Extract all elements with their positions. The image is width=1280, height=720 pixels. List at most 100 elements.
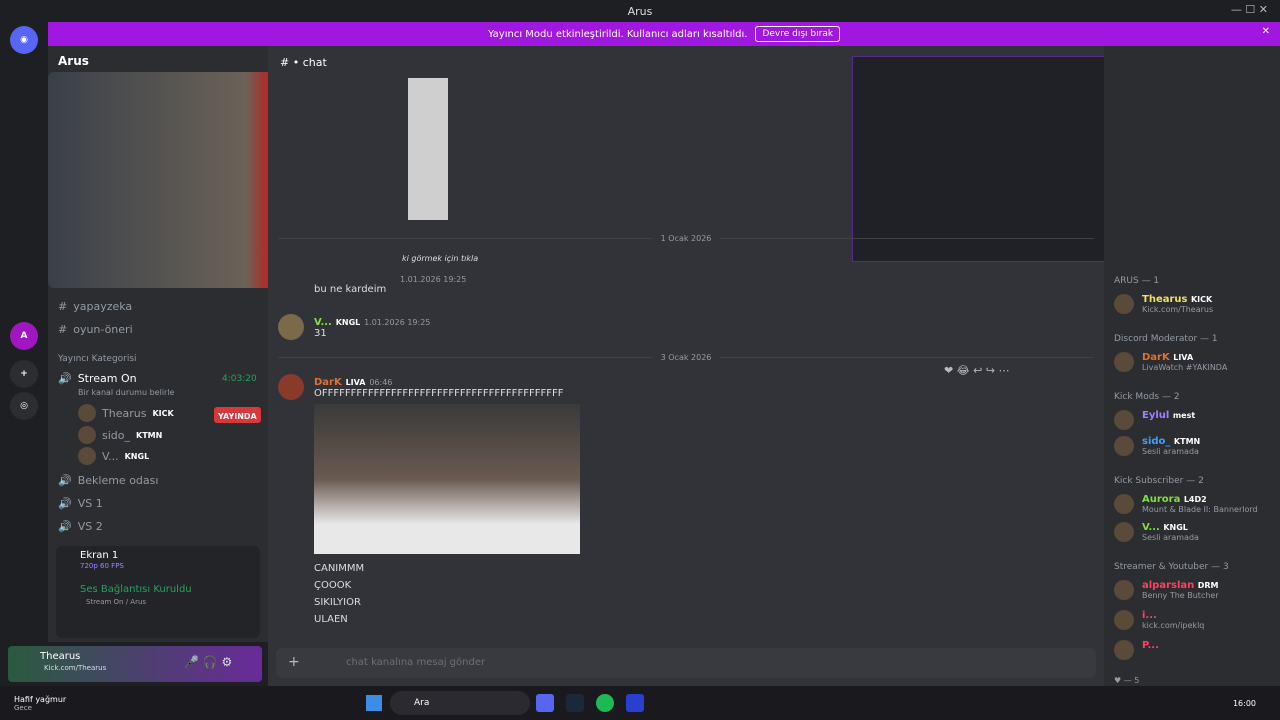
member[interactable]: P... [1114, 640, 1159, 660]
voice-channel[interactable]: 🔊 VS 1 [58, 497, 103, 510]
channel-oyun-oneri[interactable]: # oyun-öneri [58, 323, 133, 336]
member[interactable]: DarK LIVA LivaWatch #YAKINDA [1114, 352, 1227, 372]
gif-attachment[interactable] [314, 404, 580, 554]
window-controls[interactable]: — ☐ ✕ [1231, 3, 1268, 16]
user-name: Thearus [102, 406, 147, 420]
member-tag: L4D2 [1183, 495, 1207, 504]
taskbar: Hafif yağmur Gece Ara 16:00 [0, 686, 1280, 720]
mic-headset-settings-icons[interactable]: 🎤 🎧 ⚙ [184, 655, 232, 669]
weather-widget[interactable]: Hafif yağmur Gece [14, 695, 124, 712]
discord-icon[interactable] [536, 694, 554, 712]
member-name: DarK [1142, 352, 1170, 363]
explore-icon[interactable]: ◎ [10, 392, 38, 420]
server-arus[interactable]: A [10, 322, 38, 350]
user-panel: Thearus Kick.com/Thearus 🎤 🎧 ⚙ [8, 646, 262, 682]
member-name: sido_ [1142, 436, 1171, 447]
author[interactable]: V... [314, 317, 332, 328]
member-tag: mest [1172, 411, 1196, 420]
date-label: 1 Ocak 2026 [660, 234, 712, 243]
member[interactable]: Thearus KICK Kick.com/Thearus [1114, 294, 1213, 314]
spotify-icon[interactable] [596, 694, 614, 712]
member[interactable]: Aurora L4D2 Mount & Blade II: Bannerlord [1114, 494, 1258, 514]
server-list: ◉ A + ◎ [0, 22, 48, 686]
timestamp: 06:46 [369, 378, 393, 387]
click-to-see-text[interactable]: ki görmek için tıkla [402, 254, 478, 263]
reaction-count: ♥ — 5 [1114, 676, 1140, 685]
discord-home-icon[interactable]: ◉ [10, 26, 38, 54]
voice-label: VS 1 [77, 497, 103, 510]
image-preview[interactable] [408, 78, 448, 220]
group-title: Streamer & Youtuber — 3 [1114, 562, 1229, 572]
voice-user[interactable]: sido_ KTMN [78, 426, 162, 444]
category-label[interactable]: Yayıncı Kategorisi [58, 354, 137, 364]
avatar[interactable] [278, 374, 304, 400]
member-tag: LIVA [1173, 353, 1194, 362]
message-input[interactable]: + chat kanalına mesaj gönder [276, 648, 1096, 678]
avatar[interactable] [278, 314, 304, 340]
live-text: YAYINDA [218, 412, 257, 421]
channel-sidebar: Arus # yapayzeka # oyun-öneri Yayıncı Ka… [48, 46, 408, 642]
voice-label: Stream On [77, 372, 137, 385]
user-tag: KTMN [136, 430, 163, 440]
banner-text: Yayıncı Modu etkinleştirildi. Kullanıcı … [487, 28, 748, 40]
author-tag: KNGL [335, 318, 361, 327]
add-server-icon[interactable]: + [10, 360, 38, 388]
timestamp: 1.01.2026 19:25 [364, 318, 431, 327]
message-header: DarK LIVA 06:46 [314, 374, 392, 388]
member[interactable]: Eylul mest [1114, 410, 1195, 430]
add-attachment-icon[interactable]: + [288, 654, 300, 670]
author[interactable]: DarK [314, 377, 342, 388]
channel-label: oyun-öneri [73, 323, 133, 336]
voice-user[interactable]: V... KNGL [78, 447, 149, 465]
member-sub: Sesli aramada [1142, 533, 1199, 542]
user-name: sido_ [102, 428, 130, 442]
voice-channel[interactable]: 🔊 Bekleme odası [58, 474, 158, 487]
voice-panel: Ekran 1 720p 60 FPS Ses Bağlantısı Kurul… [56, 546, 260, 638]
chat-area: # • chat 1 Ocak 2026 ki görmek için tıkl… [268, 46, 1224, 686]
taskbar-search[interactable]: Ara [390, 691, 530, 715]
member-sub: kick.com/ipeklq [1142, 621, 1205, 630]
timestamp-text: 1.01.2026 19:25 [400, 275, 467, 284]
group-title: Kick Subscriber — 2 [1114, 476, 1204, 486]
user-name[interactable]: Thearus [40, 651, 80, 662]
line: SIKILYIOR [314, 597, 361, 608]
server-name[interactable]: Arus [58, 54, 89, 68]
close-icon[interactable]: ✕ [1262, 26, 1270, 37]
member-sub: Kick.com/Thearus [1142, 305, 1214, 314]
message-text: OFFFFFFFFFFFFFFFFFFFFFFFFFFFFFFFFFFFFFFF… [314, 388, 564, 399]
member-sub: Mount & Blade II: Bannerlord [1142, 505, 1258, 514]
channel-status[interactable]: Bir kanal durumu belirle [78, 388, 174, 397]
start-icon[interactable] [366, 695, 382, 711]
screenshare-title: Ekran 1 [80, 550, 119, 561]
member-list: ARUS — 1 Thearus KICK Kick.com/Thearus Di… [1104, 46, 1280, 686]
member-name: Eylul [1142, 410, 1170, 421]
member-name: P... [1142, 640, 1159, 651]
steam-icon[interactable] [566, 694, 584, 712]
voice-user[interactable]: Thearus KICK [78, 404, 174, 422]
voice-timer: 4:03:20 [222, 374, 257, 384]
clock[interactable]: 16:00 [1233, 699, 1256, 708]
line: CANIMMM [314, 563, 365, 574]
message-text: bu ne kardeim [314, 284, 387, 295]
channel-yapayzeka[interactable]: # yapayzeka [58, 300, 132, 313]
group-title: ARUS — 1 [1114, 276, 1160, 286]
date-divider: 3 Ocak 2026 [278, 353, 1094, 362]
member-sub: LivaWatch #YAKINDA [1142, 363, 1228, 372]
user-tag: KNGL [124, 451, 150, 461]
member[interactable]: alparslan DRM Benny The Butcher [1114, 580, 1219, 600]
window-title: Arus [627, 4, 653, 18]
member[interactable]: V... KNGL Sesli aramada [1114, 522, 1199, 542]
voice-channel-stream-on[interactable]: 🔊 Stream On [58, 372, 137, 385]
member[interactable]: sido_ KTMN Sesli aramada [1114, 436, 1200, 456]
group-title: Kick Mods — 2 [1114, 392, 1180, 402]
message-actions[interactable]: ❤ 😂 ↩ ↪ ⋯ [944, 364, 1010, 377]
user-tag: KICK [152, 408, 174, 418]
channel-label: yapayzeka [73, 300, 133, 313]
voice-channel[interactable]: 🔊 VS 2 [58, 520, 103, 533]
member-sub: Sesli aramada [1142, 447, 1199, 456]
photoshop-icon[interactable] [626, 694, 644, 712]
channel-header: # • chat [280, 56, 327, 69]
screenshare-quality: 720p 60 FPS [80, 562, 124, 570]
disable-button[interactable]: Devre dışı bırak [755, 26, 841, 42]
member[interactable]: i... kick.com/ipeklq [1114, 610, 1204, 630]
